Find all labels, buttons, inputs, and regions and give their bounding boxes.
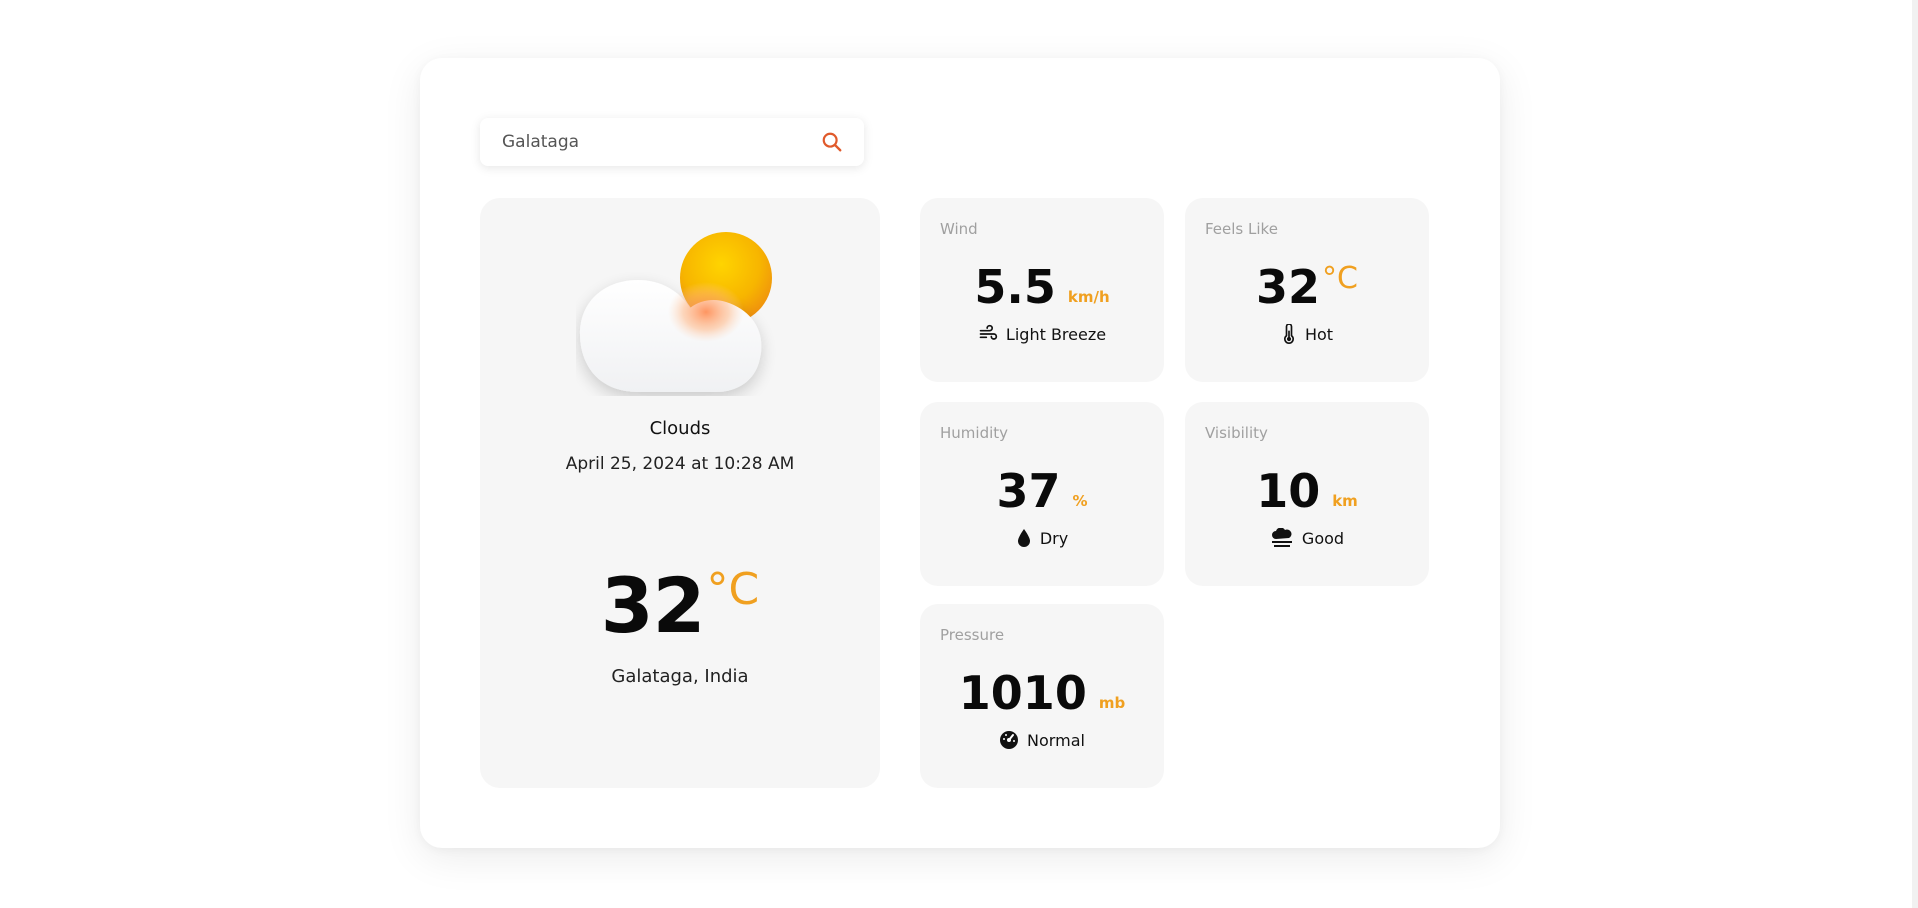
pressure-unit: mb xyxy=(1098,694,1126,712)
temperature-unit: °C xyxy=(706,564,760,615)
feels-like-unit: °C xyxy=(1322,261,1358,296)
sun-cloud-icon xyxy=(580,232,772,392)
wind-icon xyxy=(979,324,998,340)
humidity-value: 37 xyxy=(996,464,1061,518)
fog-icon xyxy=(1271,528,1292,547)
current-temperature: 32 °C xyxy=(480,568,880,644)
feels-like-description-row: Hot xyxy=(1185,324,1429,344)
current-weather-panel: Clouds April 25, 2024 at 10:28 AM 32 °C … xyxy=(480,198,880,788)
location-name: Galataga, India xyxy=(611,666,749,687)
search-input[interactable] xyxy=(500,131,818,153)
humidity-card: Humidity 37 % Dry xyxy=(920,402,1164,586)
temperature-value: 32 xyxy=(600,561,706,650)
pressure-description: Normal xyxy=(1027,730,1085,750)
visibility-description-row: Good xyxy=(1185,528,1429,548)
feels-like-value: 32 xyxy=(1256,260,1321,314)
humidity-description-row: Dry xyxy=(920,528,1164,548)
visibility-value: 10 xyxy=(1256,464,1321,518)
page-scrollbar-track[interactable] xyxy=(1912,0,1918,908)
wind-description-row: Light Breeze xyxy=(920,324,1164,344)
visibility-label: Visibility xyxy=(1205,424,1268,442)
weather-condition: Clouds xyxy=(649,418,711,439)
feels-like-description: Hot xyxy=(1304,324,1334,344)
visibility-value-row: 10 km xyxy=(1185,468,1429,514)
humidity-value-row: 37 % xyxy=(920,468,1164,514)
visibility-unit: km xyxy=(1332,492,1358,510)
visibility-card: Visibility 10 km Good xyxy=(1185,402,1429,586)
wind-unit: km/h xyxy=(1067,288,1110,306)
thermometer-icon xyxy=(1284,324,1294,344)
wind-description: Light Breeze xyxy=(1005,324,1107,344)
visibility-description: Good xyxy=(1301,528,1345,548)
weather-app-card: Clouds April 25, 2024 at 10:28 AM 32 °C … xyxy=(420,58,1500,848)
humidity-label: Humidity xyxy=(940,424,1009,442)
humidity-description: Dry xyxy=(1039,528,1069,548)
wind-value-row: 5.5 km/h xyxy=(920,264,1164,310)
feels-like-label: Feels Like xyxy=(1205,220,1278,238)
feels-like-card: Feels Like 32 °C Hot xyxy=(1185,198,1429,382)
search-icon xyxy=(822,132,842,152)
search-bar xyxy=(480,118,864,166)
pressure-description-row: Normal xyxy=(920,730,1164,750)
current-datetime: April 25, 2024 at 10:28 AM xyxy=(565,454,795,474)
wind-card: Wind 5.5 km/h Light Breeze xyxy=(920,198,1164,382)
gauge-icon xyxy=(1000,731,1019,749)
pressure-card: Pressure 1010 mb Normal xyxy=(920,604,1164,788)
search-button[interactable] xyxy=(818,128,846,156)
wind-label: Wind xyxy=(940,220,978,238)
pressure-value: 1010 xyxy=(958,666,1087,720)
humidity-unit: % xyxy=(1072,492,1088,510)
water-drop-icon xyxy=(1017,529,1030,547)
pressure-label: Pressure xyxy=(940,626,1005,644)
wind-value: 5.5 xyxy=(974,260,1056,314)
pressure-value-row: 1010 mb xyxy=(920,670,1164,716)
feels-like-value-row: 32 °C xyxy=(1185,260,1429,314)
